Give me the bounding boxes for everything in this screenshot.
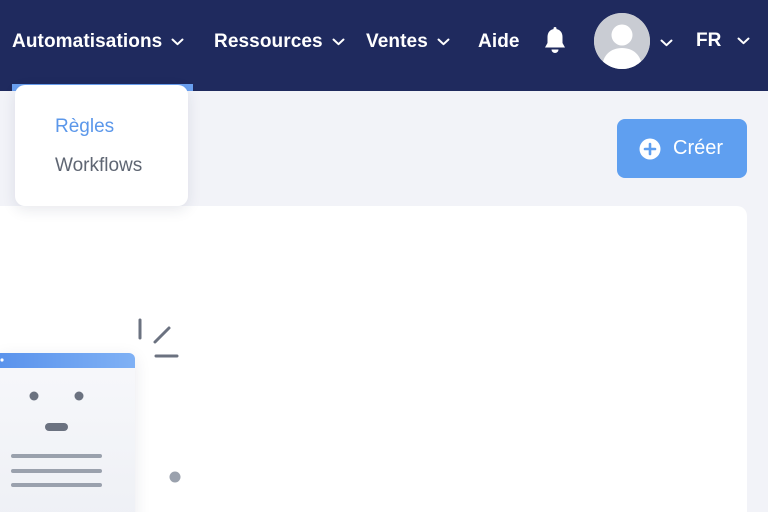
nav-item-label: Ressources [214,31,323,52]
plus-circle-icon [639,138,661,160]
chevron-down-icon [332,38,345,46]
chevron-down-icon [437,38,450,46]
dropdown-item-workflows[interactable]: Workflows [55,155,142,177]
nav-item-aide[interactable]: Aide [478,0,520,84]
language-label: FR [696,30,722,51]
user-avatar-icon[interactable] [594,13,650,69]
language-selector[interactable]: FR [696,0,750,82]
nav-item-ventes[interactable]: Ventes [366,0,450,84]
bell-icon[interactable] [542,26,568,56]
chevron-down-icon [171,38,184,46]
sparkle-lines-icon [138,318,181,483]
nav-item-label: Aide [478,31,520,52]
create-button-label: Créer [673,137,724,159]
nav-item-ressources[interactable]: Ressources [214,0,345,84]
nav-item-automatisations[interactable]: Automatisations [12,0,184,84]
chevron-down-icon[interactable] [660,34,673,52]
chevron-down-icon [737,37,750,45]
top-navigation-bar: Automatisations Ressources Ventes Aide F… [0,0,768,91]
create-button[interactable]: Créer [617,119,747,178]
nav-item-label: Automatisations [12,31,163,52]
nav-item-label: Ventes [366,31,428,52]
dropdown-item-regles[interactable]: Règles [55,116,114,138]
automatisations-dropdown-menu: Règles Workflows [15,85,188,206]
